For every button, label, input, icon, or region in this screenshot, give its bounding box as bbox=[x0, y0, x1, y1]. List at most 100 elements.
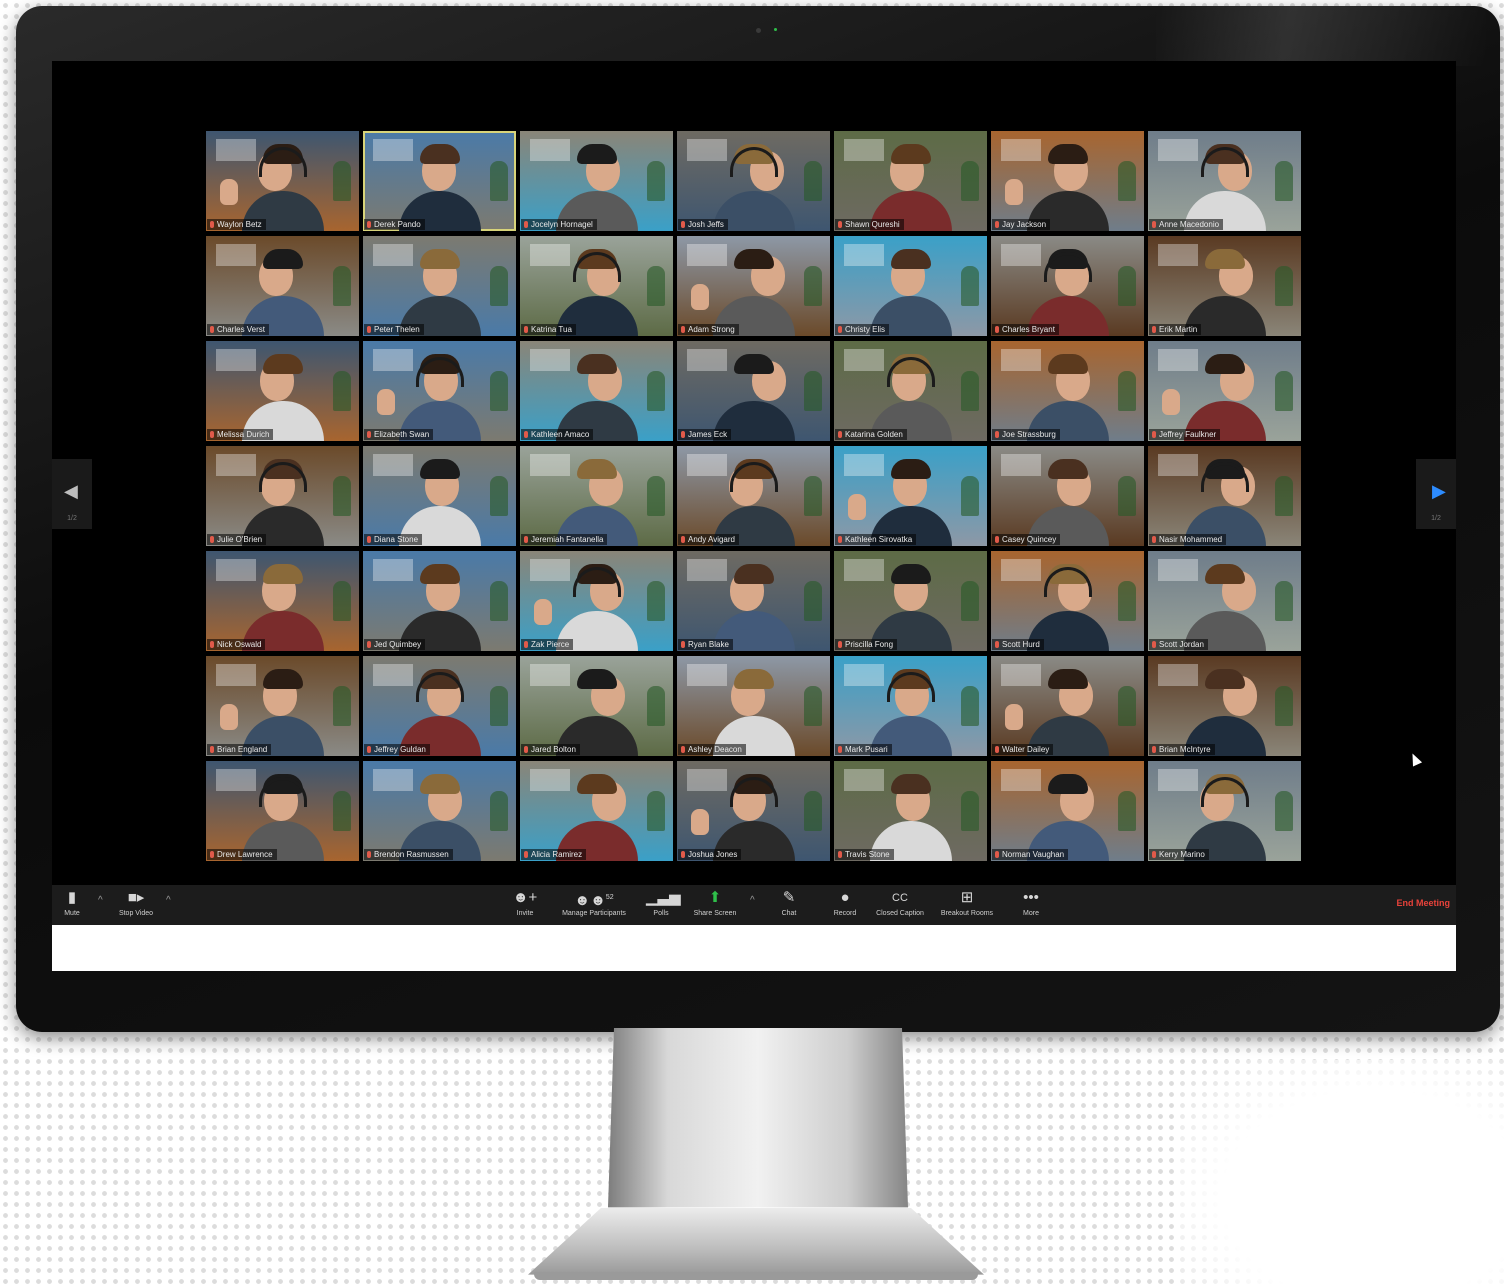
record-button[interactable]: ● Record bbox=[828, 887, 862, 923]
share-options-caret[interactable]: ^ bbox=[750, 895, 755, 906]
more-button[interactable]: ••• More bbox=[1016, 887, 1046, 923]
background-plant bbox=[1118, 581, 1136, 621]
participant-tile[interactable]: Priscilla Fong bbox=[834, 551, 987, 651]
participant-tile[interactable]: Derek Pando bbox=[363, 131, 516, 231]
participant-hair bbox=[420, 459, 460, 479]
background-plant bbox=[804, 476, 822, 516]
participant-hair bbox=[1205, 249, 1245, 269]
participant-hair bbox=[1048, 354, 1088, 374]
participant-tile[interactable]: Brian McIntyre bbox=[1148, 656, 1301, 756]
participant-tile[interactable]: Ryan Blake bbox=[677, 551, 830, 651]
background-window bbox=[1001, 454, 1041, 476]
audio-options-caret[interactable]: ^ bbox=[98, 895, 103, 906]
participant-tile[interactable]: Diana Stone bbox=[363, 446, 516, 546]
participant-tile[interactable]: Casey Quincey bbox=[991, 446, 1144, 546]
participant-tile[interactable]: Zak Pierce bbox=[520, 551, 673, 651]
participant-hair bbox=[1048, 459, 1088, 479]
participant-tile[interactable]: Jeffrey Faulkner bbox=[1148, 341, 1301, 441]
participant-tile[interactable]: Scott Jordan bbox=[1148, 551, 1301, 651]
background-plant bbox=[333, 371, 351, 411]
participant-tile[interactable]: Julie O'Brien bbox=[206, 446, 359, 546]
participant-hair bbox=[263, 249, 303, 269]
participant-tile[interactable]: Elizabeth Swan bbox=[363, 341, 516, 441]
background-window bbox=[373, 139, 413, 161]
background-window bbox=[844, 664, 884, 686]
participant-tile[interactable]: Brian England bbox=[206, 656, 359, 756]
participant-tile[interactable]: Nasir Mohammed bbox=[1148, 446, 1301, 546]
background-window bbox=[1158, 559, 1198, 581]
participant-tile[interactable]: Travis Stone bbox=[834, 761, 987, 861]
participant-name-label: Mark Pusari bbox=[835, 744, 892, 755]
background-window bbox=[216, 664, 256, 686]
participant-tile[interactable]: Joe Strassburg bbox=[991, 341, 1144, 441]
polls-button[interactable]: ▁▃▅ Polls bbox=[646, 887, 681, 923]
participant-tile[interactable]: Drew Lawrence bbox=[206, 761, 359, 861]
participant-tile[interactable]: Katarina Golden bbox=[834, 341, 987, 441]
participant-tile[interactable]: Melissa Durich bbox=[206, 341, 359, 441]
participant-tile[interactable]: Charles Bryant bbox=[991, 236, 1144, 336]
manage-participants-button[interactable]: ☻☻52 Manage Participants bbox=[552, 887, 636, 923]
participant-tile[interactable]: Waylon Betz bbox=[206, 131, 359, 231]
participant-name-label: Shawn Qureshi bbox=[835, 219, 904, 230]
video-options-caret[interactable]: ^ bbox=[166, 895, 171, 906]
share-screen-button[interactable]: ⬆ Share Screen bbox=[688, 887, 742, 923]
participant-tile[interactable]: Jeffrey Guldan bbox=[363, 656, 516, 756]
zoom-meeting-window: Waylon Betz Derek Pando Jocelyn Hornagel Jo… bbox=[52, 61, 1456, 971]
participant-tile[interactable]: Josh Jeffs bbox=[677, 131, 830, 231]
end-meeting-button[interactable]: End Meeting bbox=[1397, 898, 1451, 908]
invite-button[interactable]: ☻+ Invite bbox=[508, 887, 542, 923]
participant-tile[interactable]: Peter Thelen bbox=[363, 236, 516, 336]
waving-hand bbox=[848, 494, 866, 520]
participant-tile[interactable]: Norman Vaughan bbox=[991, 761, 1144, 861]
background-window bbox=[1001, 349, 1041, 371]
participant-tile[interactable]: Shawn Qureshi bbox=[834, 131, 987, 231]
participant-tile[interactable]: Christy Elis bbox=[834, 236, 987, 336]
background-plant bbox=[333, 791, 351, 831]
participant-tile[interactable]: Nick Oswald bbox=[206, 551, 359, 651]
participant-tile[interactable]: Katrina Tua bbox=[520, 236, 673, 336]
breakout-rooms-label: Breakout Rooms bbox=[940, 910, 994, 917]
participant-tile[interactable]: Kathleen Amaco bbox=[520, 341, 673, 441]
participant-tile[interactable]: Erik Martin bbox=[1148, 236, 1301, 336]
taskbar-strip bbox=[52, 925, 1456, 971]
participant-hair bbox=[734, 354, 774, 374]
participant-tile[interactable]: Andy Avigard bbox=[677, 446, 830, 546]
participant-tile[interactable]: Jay Jackson bbox=[991, 131, 1144, 231]
participant-tile[interactable]: Brendon Rasmussen bbox=[363, 761, 516, 861]
participant-tile[interactable]: James Eck bbox=[677, 341, 830, 441]
gallery-view: Waylon Betz Derek Pando Jocelyn Hornagel Jo… bbox=[206, 131, 1304, 861]
stop-video-button[interactable]: ■▸ Stop Video bbox=[114, 887, 158, 923]
participant-hair bbox=[891, 459, 931, 479]
participant-tile[interactable]: Kerry Marino bbox=[1148, 761, 1301, 861]
background-window bbox=[373, 349, 413, 371]
participant-hair bbox=[1048, 774, 1088, 794]
next-page-button[interactable]: ▶ 1/2 bbox=[1416, 459, 1456, 529]
participant-tile[interactable]: Kathleen Sirovatka bbox=[834, 446, 987, 546]
participant-hair bbox=[891, 249, 931, 269]
participant-tile[interactable]: Jared Bolton bbox=[520, 656, 673, 756]
closed-caption-button[interactable]: CC Closed Caption bbox=[870, 887, 930, 923]
participant-tile[interactable]: Scott Hurd bbox=[991, 551, 1144, 651]
background-plant bbox=[647, 476, 665, 516]
mute-button[interactable]: ▮ Mute bbox=[56, 887, 88, 923]
participant-name-label: Ryan Blake bbox=[678, 639, 733, 650]
background-window bbox=[1158, 769, 1198, 791]
chat-button[interactable]: ✎ Chat bbox=[774, 887, 804, 923]
background-plant bbox=[804, 686, 822, 726]
participant-tile[interactable]: Mark Pusari bbox=[834, 656, 987, 756]
participant-tile[interactable]: Jocelyn Hornagel bbox=[520, 131, 673, 231]
participant-tile[interactable]: Anne Macedonio bbox=[1148, 131, 1301, 231]
participant-hair bbox=[1205, 669, 1245, 689]
breakout-rooms-button[interactable]: ⊞ Breakout Rooms bbox=[934, 887, 1000, 923]
participant-tile[interactable]: Alicia Ramirez bbox=[520, 761, 673, 861]
participant-tile[interactable]: Joshua Jones bbox=[677, 761, 830, 861]
participant-tile[interactable]: Jeremiah Fantanella bbox=[520, 446, 673, 546]
previous-page-button[interactable]: ◀ 1/2 bbox=[52, 459, 92, 529]
participant-tile[interactable]: Charles Verst bbox=[206, 236, 359, 336]
participant-tile[interactable]: Walter Dailey bbox=[991, 656, 1144, 756]
waving-hand bbox=[1005, 179, 1023, 205]
participant-tile[interactable]: Jed Quimbey bbox=[363, 551, 516, 651]
waving-hand bbox=[691, 809, 709, 835]
participant-tile[interactable]: Ashley Deacon bbox=[677, 656, 830, 756]
participant-tile[interactable]: Adam Strong bbox=[677, 236, 830, 336]
